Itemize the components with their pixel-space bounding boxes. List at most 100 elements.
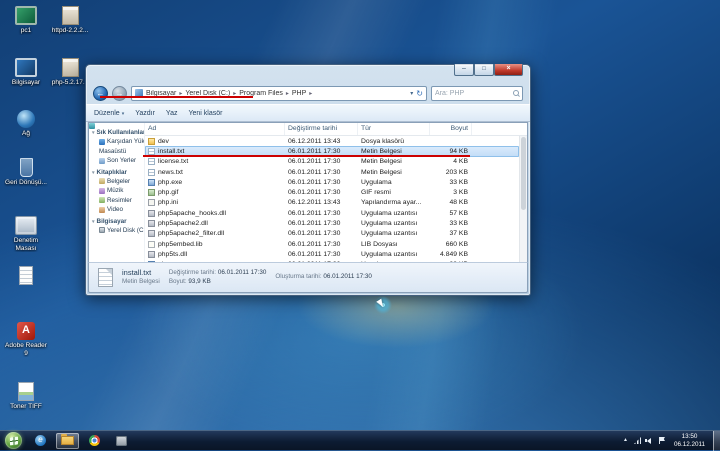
details-file-name: install.txt xyxy=(122,269,160,278)
file-name: php5apache2_filter.dll xyxy=(158,230,224,237)
file-row[interactable]: php.ini 06.12.2011 13:43 Yapılandırma ay… xyxy=(145,198,519,208)
file-name: news.txt xyxy=(158,169,183,176)
file-row[interactable]: php.gif 06.01.2011 17:30 GIF resmi 3 KB xyxy=(145,187,519,197)
tray-icon[interactable] xyxy=(621,436,630,445)
forward-button[interactable] xyxy=(112,86,127,101)
file-row[interactable]: dev 06.12.2011 13:43 Dosya klasörü xyxy=(145,136,519,146)
minimize-button[interactable] xyxy=(454,64,474,76)
desktop-icon-label: Toner TIFF xyxy=(4,403,48,411)
file-row[interactable]: php5apache2.dll 06.01.2011 17:30 Uygulam… xyxy=(145,218,519,228)
sidebar-item[interactable]: Müzik xyxy=(92,186,144,196)
sidebar-group-favorites[interactable]: Sık Kullanılanlar xyxy=(92,129,144,136)
refresh-icon[interactable] xyxy=(416,89,423,98)
breadcrumb-segment[interactable]: PHP xyxy=(292,90,315,97)
file-list-area: Ad Değiştirme tarihi Tür Boyut dev 06.12… xyxy=(144,123,527,262)
sidebar-group-libraries[interactable]: Kitaplıklar xyxy=(92,169,144,176)
desktop-icon[interactable]: httpd-2.2.2... xyxy=(48,6,92,35)
taskbar: 13:50 06.12.2011 xyxy=(0,430,720,450)
mouse-cursor xyxy=(374,296,392,314)
sidebar-group-computer[interactable]: Bilgisayar xyxy=(92,218,144,225)
command-bar-button[interactable]: Yeni klasör xyxy=(188,110,222,117)
file-row[interactable]: php5ts.dll 06.01.2011 17:30 Uygulama uza… xyxy=(145,249,519,259)
desktop-icon[interactable]: Ağ xyxy=(4,110,48,138)
sidebar-item-icon xyxy=(99,139,105,145)
sidebar-item-label: Yerel Disk (C:) xyxy=(107,226,144,236)
chevron-right-icon xyxy=(309,90,312,97)
start-button[interactable] xyxy=(5,432,22,449)
sidebar-item-icon xyxy=(99,197,105,203)
file-date: 06.01.2011 17:30 xyxy=(285,241,358,248)
vertical-scrollbar[interactable] xyxy=(519,136,527,262)
file-type: LIB Dosyası xyxy=(358,241,430,248)
search-box xyxy=(431,86,523,101)
command-bar: Düzenle Yazdır Yaz Yeni klasör xyxy=(86,104,530,122)
breadcrumb-segment-label: PHP xyxy=(292,90,306,97)
sidebar-item[interactable]: Belgeler xyxy=(92,177,144,187)
maximize-button[interactable] xyxy=(474,64,494,76)
file-type: Metin Belgesi xyxy=(358,158,430,165)
desktop-icon[interactable]: Denetim Masası xyxy=(4,216,48,252)
taskbar-app-button[interactable] xyxy=(83,433,106,449)
file-name: php5ts.dll xyxy=(158,251,187,258)
close-button[interactable] xyxy=(494,64,523,76)
file-row[interactable]: php.exe 06.01.2011 17:30 Uygulama 33 KB xyxy=(145,177,519,187)
titlebar[interactable] xyxy=(86,65,530,82)
tray-icon[interactable] xyxy=(633,436,642,445)
desktop-icon[interactable]: Toner TIFF xyxy=(4,382,48,411)
desktop-icon[interactable]: pc1 xyxy=(4,6,48,35)
file-size: 33 KB xyxy=(430,220,472,227)
command-bar-button[interactable]: Yaz xyxy=(166,110,178,117)
file-type: GIF resmi xyxy=(358,189,430,196)
file-name: php5apache2.dll xyxy=(158,220,208,227)
desktop-icon-label: Ağ xyxy=(4,130,48,138)
file-row[interactable]: php5embed.lib 06.01.2011 17:30 LIB Dosya… xyxy=(145,239,519,249)
tray-icon[interactable] xyxy=(645,436,654,445)
file-row[interactable]: php5apache2_filter.dll 06.01.2011 17:30 … xyxy=(145,229,519,239)
file-date: 06.01.2011 17:30 xyxy=(285,169,358,176)
show-desktop-button[interactable] xyxy=(713,431,720,451)
file-type: Yapılandırma ayar... xyxy=(358,199,430,206)
column-header-type[interactable]: Tür xyxy=(358,123,430,135)
desktop-icon[interactable]: Geri Dönüşü... xyxy=(4,158,48,187)
file-row[interactable]: license.txt 06.01.2011 17:30 Metin Belge… xyxy=(145,157,519,167)
taskbar-clock[interactable]: 13:50 06.12.2011 xyxy=(668,433,711,449)
sidebar-item[interactable]: Masaüstü xyxy=(92,147,144,157)
taskbar-app-button[interactable] xyxy=(29,433,52,449)
desktop-icon[interactable]: Adobe Reader 9 xyxy=(4,322,48,357)
file-name: license.txt xyxy=(158,158,188,165)
annotation-underline-install xyxy=(143,155,470,157)
address-bar[interactable]: Bilgisayar Yerel Disk (C:) Program Files xyxy=(131,86,427,101)
file-name: php.ini xyxy=(158,199,178,206)
sidebar-item[interactable]: Yerel Disk (C:) xyxy=(92,226,144,236)
annotation-underline-breadcrumb xyxy=(100,96,253,98)
taskbar-app-button[interactable] xyxy=(110,433,133,449)
column-header-date[interactable]: Değiştirme tarihi xyxy=(285,123,358,135)
details-file-type: Metin Belgesi xyxy=(122,278,160,287)
sidebar-item[interactable]: Video xyxy=(92,205,144,215)
taskbar-app-button[interactable] xyxy=(56,433,79,449)
column-header-size[interactable]: Boyut xyxy=(430,123,472,135)
file-type: Uygulama uzantısı xyxy=(358,251,430,258)
command-bar-button[interactable]: Yazdır xyxy=(135,110,155,117)
scrollbar-thumb[interactable] xyxy=(521,137,526,210)
sidebar-item[interactable]: Resimler xyxy=(92,196,144,206)
back-button[interactable] xyxy=(93,86,108,101)
desktop-icon[interactable] xyxy=(4,266,48,295)
sidebar-item[interactable]: Son Yerler xyxy=(92,156,144,166)
search-input[interactable] xyxy=(435,90,513,97)
file-row[interactable]: php5apache_hooks.dll 06.01.2011 17:30 Uy… xyxy=(145,208,519,218)
desktop-icon-image xyxy=(17,322,35,340)
file-type: Uygulama xyxy=(358,179,430,186)
expander-icon xyxy=(92,129,95,136)
sidebar-item[interactable]: Karşıdan Yüklem... xyxy=(92,137,144,147)
file-row[interactable]: news.txt 06.01.2011 17:30 Metin Belgesi … xyxy=(145,167,519,177)
desktop-icon[interactable]: Bilgisayar xyxy=(4,58,48,87)
file-size: 94 KB xyxy=(430,148,472,155)
sidebar-item-label: Masaüstü xyxy=(99,147,126,157)
command-bar-button[interactable]: Düzenle xyxy=(94,110,124,117)
column-header-name[interactable]: Ad xyxy=(145,123,285,135)
address-dropdown-icon[interactable] xyxy=(410,90,413,97)
tray-icon[interactable] xyxy=(657,436,666,445)
sidebar-item-label: Müzik xyxy=(107,186,123,196)
navigation-bar: Bilgisayar Yerel Disk (C:) Program Files xyxy=(86,82,530,104)
